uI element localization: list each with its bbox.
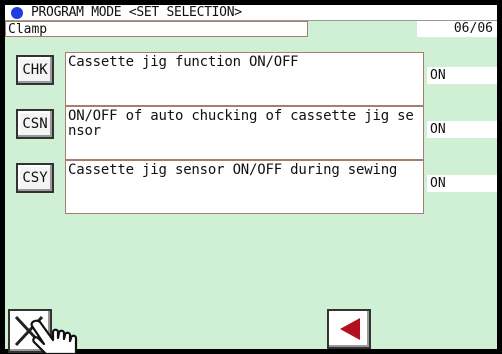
setting-description: Cassette jig function ON/OFF [65,52,424,106]
page-indicator: 06/06 [417,21,497,37]
hand-pointer-icon [30,319,78,354]
setting-value: ON [427,67,497,84]
setting-row: CSN ON/OFF of auto chucking of cassette … [5,106,497,165]
program-mode-screen: PROGRAM MODE <SET SELECTION> Clamp 06/06… [0,0,502,354]
setting-value: ON [427,175,497,192]
setting-value: ON [427,121,497,138]
blue-dot-icon [11,7,23,19]
code-button-chk[interactable]: CHK [16,55,54,85]
setting-description: Cassette jig sensor ON/OFF during sewing [65,160,424,214]
back-button[interactable] [327,309,371,349]
code-button-csy[interactable]: CSY [16,163,54,193]
setting-row: CHK Cassette jig function ON/OFF ON [5,52,497,111]
screen-title: PROGRAM MODE <SET SELECTION> [31,5,242,20]
setting-description: ON/OFF of auto chucking of cassette jig … [65,106,424,160]
page-number: 06/06 [453,21,493,36]
category-label: Clamp [8,22,48,37]
code-button-csn[interactable]: CSN [16,109,54,139]
title-bar: PROGRAM MODE <SET SELECTION> [5,5,497,21]
setting-row: CSY Cassette jig sensor ON/OFF during se… [5,160,497,219]
left-arrow-icon [340,318,360,340]
category-display: Clamp [5,21,308,37]
